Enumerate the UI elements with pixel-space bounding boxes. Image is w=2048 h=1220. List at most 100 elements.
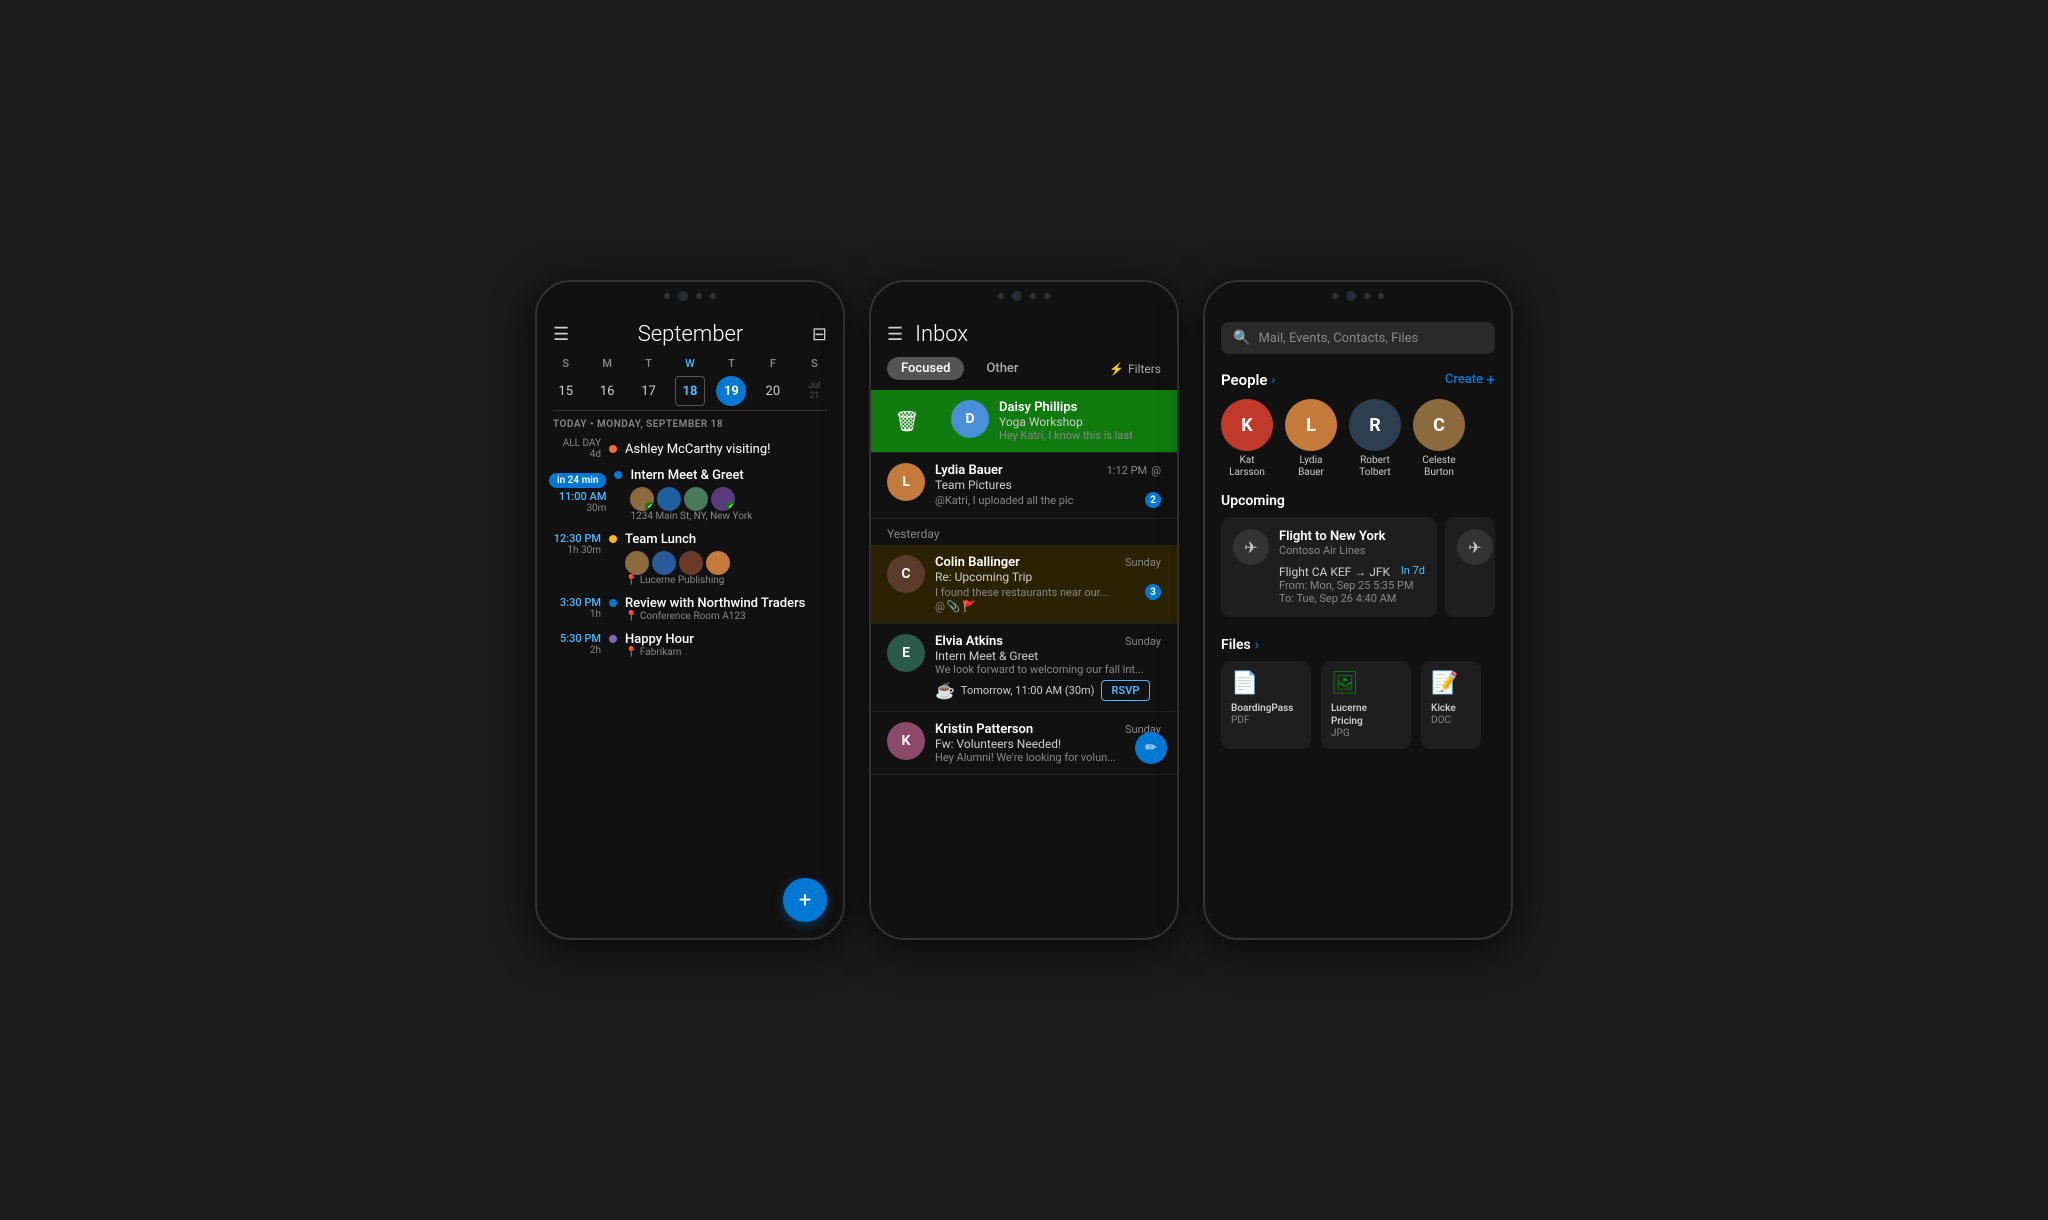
email-preview-elvia: We look forward to welcoming our fall in… — [935, 663, 1161, 676]
email-content-lydia: Lydia Bauer 1:12 PM @ Team Pictures @Kat… — [935, 463, 1161, 508]
file-icon-lucerne: 🖼 — [1331, 671, 1401, 696]
event-time-4: 5:30 PM 2h — [549, 632, 601, 656]
attachment-icon: 📎 — [947, 600, 961, 613]
avatar-5 — [625, 551, 649, 575]
tab-other[interactable]: Other — [972, 357, 1032, 380]
email-subject-elvia: Intern Meet & Greet — [935, 649, 1161, 663]
person-robert[interactable]: R RobertTolbert — [1349, 399, 1401, 479]
people-row: K KatLarsson L LydiaBauer R RobertTolber… — [1205, 399, 1511, 493]
add-event-fab[interactable]: + — [783, 878, 827, 922]
weekday-f: F — [752, 355, 793, 372]
menu-icon[interactable]: ☰ — [553, 324, 569, 345]
dot-8 — [1364, 293, 1370, 299]
flight-route-1: Flight CA KEF → JFK — [1279, 565, 1390, 579]
avatar-colin: C — [887, 555, 925, 593]
search-placeholder: Mail, Events, Contacts, Files — [1258, 331, 1418, 346]
avatar-daisy: D — [951, 400, 989, 438]
files-arrow[interactable]: › — [1255, 637, 1259, 653]
allday-time: ALL DAY 4d — [549, 438, 601, 460]
email-name-elvia: Elvia Atkins — [935, 634, 1003, 649]
file-card-boarding[interactable]: 📄 BoardingPass PDF — [1221, 661, 1311, 749]
cal-day-16[interactable]: 16 — [592, 376, 622, 406]
files-label: Files › — [1221, 637, 1495, 653]
file-card-kick[interactable]: 📝 Kicke DOC — [1421, 661, 1481, 749]
cal-day-19[interactable]: 19 — [716, 376, 746, 406]
person-name-celeste: CelesteBurton — [1422, 455, 1455, 479]
avatar-2 — [657, 487, 681, 511]
event-dot-4 — [609, 635, 617, 643]
email-item-colin[interactable]: C Colin Ballinger Sunday Re: Upcoming Tr… — [871, 545, 1177, 624]
calendar-events: ALL DAY 4d Ashley McCarthy visiting! in … — [537, 438, 843, 938]
event-dot-2 — [609, 535, 617, 543]
file-type-kick: DOC — [1431, 715, 1471, 726]
avatar-lydia: L — [887, 463, 925, 501]
email-badge-colin: 3 — [1145, 584, 1161, 600]
rsvp-button[interactable]: RSVP — [1101, 680, 1151, 701]
email-time-lydia: 1:12 PM — [1107, 464, 1147, 477]
calendar-screen: ☰ September ⊟ S M T W T F S 15 16 17 18 … — [537, 310, 843, 938]
file-icon-boarding: 📄 — [1231, 671, 1301, 696]
cal-day-15[interactable]: 15 — [551, 376, 581, 406]
camera-dot — [678, 291, 688, 301]
email-item-kristin[interactable]: K Kristin Patterson Sunday Fw: Volunteer… — [871, 712, 1177, 775]
flight-card-2[interactable]: ✈ — [1445, 517, 1495, 617]
person-name-kat: KatLarsson — [1229, 455, 1265, 479]
phone-calendar: ☰ September ⊟ S M T W T F S 15 16 17 18 … — [535, 280, 845, 940]
avatar-6 — [652, 551, 676, 575]
email-item-lydia[interactable]: L Lydia Bauer 1:12 PM @ Team Pictures @K… — [871, 453, 1177, 519]
people-arrow[interactable]: › — [1272, 373, 1276, 387]
search-bar[interactable]: 🔍 Mail, Events, Contacts, Files — [1221, 322, 1495, 354]
avatar-kristin: K — [887, 722, 925, 760]
email-preview-colin: I found these restaurants near our... — [935, 586, 1108, 599]
event-avatars-2 — [625, 551, 831, 575]
cal-day-17[interactable]: 17 — [634, 376, 664, 406]
file-card-lucerne[interactable]: 🖼 Lucerne Pricing JPG — [1321, 661, 1411, 749]
person-lydia[interactable]: L LydiaBauer — [1285, 399, 1337, 479]
people-title: People › — [1221, 371, 1275, 389]
meeting-time-text: Tomorrow, 11:00 AM (30m) — [961, 684, 1095, 697]
email-name-colin: Colin Ballinger — [935, 555, 1020, 570]
email-item-elvia[interactable]: E Elvia Atkins Sunday Intern Meet & Gree… — [871, 624, 1177, 712]
avatar-lydia-s: L — [1285, 399, 1337, 451]
email-item-daisy[interactable]: 🗑 D Daisy Phillips Yoga Workshop Hey Kat… — [871, 390, 1177, 453]
edit-fab-kristin[interactable]: ✏ — [1135, 732, 1167, 764]
swipe-trash-icon: 🗑 — [871, 390, 943, 452]
person-kat[interactable]: K KatLarsson — [1221, 399, 1273, 479]
inbox-filters[interactable]: ⚡ Filters — [1109, 362, 1161, 376]
inbox-title: Inbox — [915, 322, 968, 347]
create-button[interactable]: Create + — [1445, 370, 1495, 389]
view-toggle-icon[interactable]: ⊟ — [812, 324, 827, 345]
email-icons-colin: @ 📎 🚩 — [935, 600, 1161, 613]
weekday-s2: S — [794, 355, 835, 372]
section-yesterday: Yesterday — [871, 519, 1177, 545]
dot-9 — [1378, 293, 1384, 299]
tab-focused[interactable]: Focused — [887, 357, 964, 380]
create-plus-icon: + — [1486, 370, 1495, 389]
camera-dot-3 — [1346, 291, 1356, 301]
cal-day-21[interactable]: Jul21 — [799, 376, 829, 406]
email-name-daisy: Daisy Phillips — [999, 400, 1161, 415]
email-subject-lydia: Team Pictures — [935, 478, 1161, 492]
cal-day-20[interactable]: 20 — [758, 376, 788, 406]
weekday-t2: T — [711, 355, 752, 372]
flight-badge-1: In 7d — [1401, 564, 1425, 577]
flight-card-1[interactable]: ✈ Flight to New York Contoso Air Lines F… — [1221, 517, 1437, 617]
cal-day-18[interactable]: 18 — [675, 376, 705, 406]
inbox-header: ☰ Inbox — [871, 310, 1177, 357]
phone-search: 🔍 Mail, Events, Contacts, Files People ›… — [1203, 280, 1513, 940]
event-happy-hour: 5:30 PM 2h Happy Hour 📍 Fabrikam — [545, 632, 835, 658]
filters-lightning-icon: ⚡ — [1109, 362, 1124, 376]
search-screen: 🔍 Mail, Events, Contacts, Files People ›… — [1205, 310, 1511, 938]
email-subject-daisy: Yoga Workshop — [999, 415, 1161, 429]
dot-6 — [1044, 293, 1050, 299]
phone-top-bar-3 — [1205, 282, 1511, 310]
avatar-8 — [706, 551, 730, 575]
email-preview-daisy: Hey Katri, I know this is last — [999, 429, 1161, 442]
avatar-check-1: ✓ — [645, 502, 654, 511]
meeting-time-elvia: ☕ Tomorrow, 11:00 AM (30m) RSVP — [935, 680, 1161, 701]
flight-to-1: To: Tue, Sep 26 4:40 AM — [1279, 592, 1425, 605]
avatar-robert: R — [1349, 399, 1401, 451]
inbox-menu-icon[interactable]: ☰ — [887, 324, 903, 345]
avatar-elvia: E — [887, 634, 925, 672]
person-celeste[interactable]: C CelesteBurton — [1413, 399, 1465, 479]
